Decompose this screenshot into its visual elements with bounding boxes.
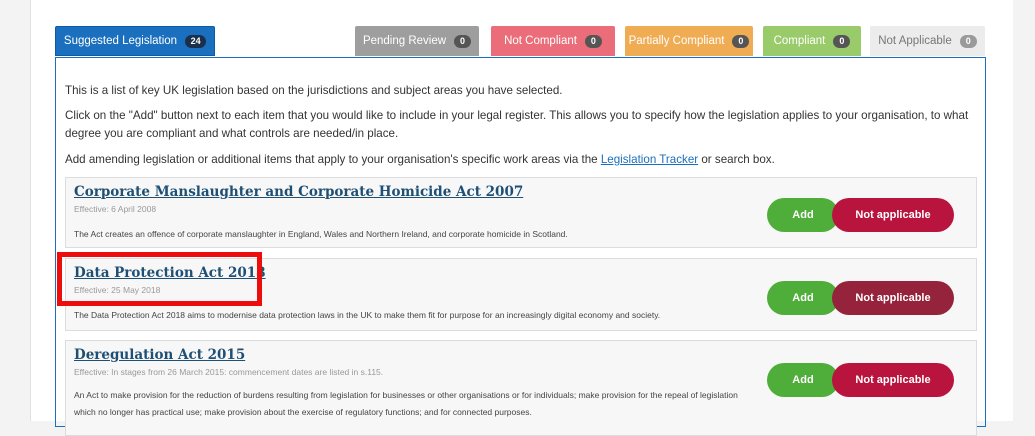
not-applicable-button[interactable]: Not applicable: [832, 281, 954, 315]
effective-date: Effective: 6 April 2008: [74, 204, 157, 214]
effective-date: Effective: In stages from 26 March 2015:…: [74, 367, 384, 377]
legislation-description: The Data Protection Act 2018 aims to mod…: [74, 310, 661, 320]
amending-text-before: Add amending legislation or additional i…: [65, 153, 601, 166]
add-button[interactable]: Add: [767, 198, 839, 232]
legislation-item: Corporate Manslaughter and Corporate Hom…: [65, 177, 977, 248]
not-applicable-button[interactable]: Not applicable: [832, 363, 954, 397]
legislation-description: An Act to make provision for the reducti…: [74, 390, 738, 417]
not-applicable-button[interactable]: Not applicable: [832, 198, 954, 232]
amending-text-after: or search box.: [698, 153, 775, 166]
legislation-title-link[interactable]: Corporate Manslaughter and Corporate Hom…: [74, 184, 523, 200]
add-button[interactable]: Add: [767, 281, 839, 315]
count-badge: 24: [185, 34, 207, 48]
tab-pending-review[interactable]: Pending Review 0: [355, 26, 479, 56]
legislation-tracker-link[interactable]: Legislation Tracker: [601, 153, 698, 166]
legislation-item: Deregulation Act 2015 Effective: In stag…: [65, 340, 977, 436]
tab-label: Not Applicable: [878, 35, 952, 47]
count-badge: 0: [833, 34, 851, 48]
legislation-panel: Suggested Legislation 24 Pending Review …: [30, 0, 1013, 436]
tab-not-compliant[interactable]: Not Compliant 0: [491, 26, 615, 56]
intro-paragraph: This is a list of key UK legislation bas…: [65, 84, 563, 97]
tab-label: Partially Compliant: [628, 35, 725, 47]
count-badge: 0: [584, 34, 602, 48]
effective-date: Effective: 25 May 2018: [74, 285, 161, 295]
status-tabs: Suggested Legislation 24 Pending Review …: [55, 26, 1013, 56]
legislation-title-link[interactable]: Data Protection Act 2018: [74, 265, 266, 281]
instructions-paragraph: Click on the "Add" button next to each i…: [65, 109, 969, 140]
legislation-item: Data Protection Act 2018 Effective: 25 M…: [65, 258, 977, 331]
tab-label: Pending Review: [362, 35, 447, 47]
tab-label: Not Compliant: [504, 35, 577, 47]
legislation-title-link[interactable]: Deregulation Act 2015: [74, 347, 245, 363]
tab-partially-compliant[interactable]: Partially Compliant 0: [625, 26, 753, 56]
tab-label: Compliant: [773, 35, 826, 47]
legislation-description: The Act creates an offence of corporate …: [74, 229, 568, 239]
count-badge: 0: [732, 34, 750, 48]
tab-compliant[interactable]: Compliant 0: [763, 26, 861, 56]
tab-label: Suggested Legislation: [63, 35, 178, 47]
add-button[interactable]: Add: [767, 363, 839, 397]
tab-suggested-legislation[interactable]: Suggested Legislation 24: [55, 26, 215, 56]
amending-paragraph: Add amending legislation or additional i…: [65, 151, 775, 169]
count-badge: 0: [959, 34, 977, 48]
suggested-legislation-content: This is a list of key UK legislation bas…: [55, 57, 986, 436]
count-badge: 0: [454, 34, 472, 48]
tab-not-applicable[interactable]: Not Applicable 0: [870, 26, 985, 56]
